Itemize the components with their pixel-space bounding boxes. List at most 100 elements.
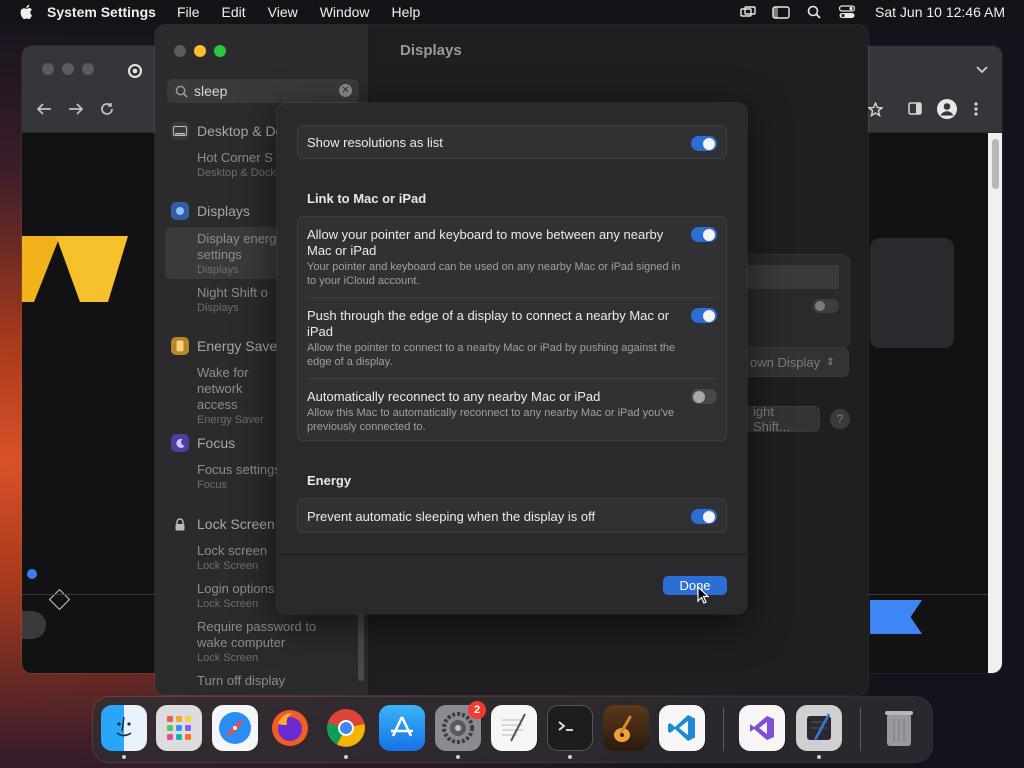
link-row-auto-reconnect: Automatically reconnect to any nearby Ma…: [307, 389, 687, 434]
menu-view[interactable]: View: [268, 4, 298, 20]
terminal-icon[interactable]: [547, 705, 593, 751]
chrome-minimize-button[interactable]: [62, 63, 74, 75]
prevent-sleep-label: Prevent automatic sleeping when the disp…: [307, 509, 596, 524]
sidebar-group-label: Focus: [197, 435, 236, 451]
sidebar-group-displays[interactable]: Displays: [171, 202, 250, 220]
sheet-footer-divider: [277, 554, 747, 555]
reload-icon[interactable]: [100, 102, 114, 121]
row-divider: [306, 378, 718, 379]
dock: 2: [93, 697, 932, 762]
running-indicator: [568, 755, 572, 759]
display-option-toggle[interactable]: [813, 299, 839, 313]
scroll-thumb[interactable]: [992, 139, 999, 189]
help-icon: ?: [836, 412, 844, 426]
done-button[interactable]: Done: [663, 576, 727, 595]
control-center-icon[interactable]: [838, 5, 856, 19]
stage-manager-icon[interactable]: [772, 5, 790, 19]
side-panel-icon[interactable]: [908, 102, 922, 120]
show-resolutions-row: Show resolutions as list: [297, 125, 727, 159]
sidebar-group-label: Displays: [197, 203, 250, 219]
finder-icon[interactable]: [101, 705, 147, 751]
back-arrow-icon[interactable]: [36, 102, 52, 121]
textedit-icon[interactable]: [491, 705, 537, 751]
help-button[interactable]: ?: [830, 409, 850, 429]
prevent-sleep-row: Prevent automatic sleeping when the disp…: [297, 498, 727, 533]
safari-icon[interactable]: [212, 705, 258, 751]
chrome-icon[interactable]: [323, 705, 369, 751]
sidebar-item-subtitle: Lock Screen: [197, 652, 259, 664]
lock-icon: [171, 515, 189, 533]
apple-menu-icon[interactable]: [19, 4, 33, 20]
clear-search-icon[interactable]: ✕: [339, 84, 352, 97]
xcode-icon[interactable]: [796, 705, 842, 751]
link-row-title: Automatically reconnect to any nearby Ma…: [307, 389, 601, 404]
chrome-tab-favicon-icon: [128, 64, 142, 83]
display-preview-strip: [745, 265, 839, 289]
sidebar-group-energy-saver[interactable]: Energy Saver: [171, 337, 282, 355]
pill-shape: [22, 611, 46, 639]
sidebar-group-focus[interactable]: Focus: [171, 434, 235, 452]
menu-app-name[interactable]: System Settings: [47, 4, 156, 20]
bookmark-star-icon[interactable]: [867, 101, 884, 122]
window-close-button[interactable]: [174, 45, 186, 57]
blue-dot-shape: [27, 569, 37, 579]
window-minimize-button[interactable]: [194, 45, 206, 57]
sidebar-item-title: Require password to wake computer: [197, 619, 317, 650]
search-field[interactable]: sleep ✕: [167, 79, 359, 103]
chrome-menu-icon[interactable]: [974, 102, 978, 121]
menu-file[interactable]: File: [177, 4, 200, 20]
search-icon: [175, 85, 188, 98]
sidebar-item-wake-network[interactable]: Wake for network access Energy Saver: [197, 365, 277, 427]
notification-badge: 2: [468, 701, 486, 719]
search-input-value[interactable]: sleep: [194, 83, 227, 99]
energy-saver-icon: [171, 337, 189, 355]
menu-clock[interactable]: Sat Jun 10 12:46 AM: [875, 4, 1005, 20]
auto-reconnect-toggle[interactable]: [691, 389, 717, 404]
system-settings-icon[interactable]: 2: [435, 701, 486, 751]
window-zoom-button[interactable]: [214, 45, 226, 57]
trash-icon[interactable]: [876, 705, 922, 751]
blue-ribbon-shape: [870, 600, 922, 634]
menu-window[interactable]: Window: [320, 4, 370, 20]
display-dropdown[interactable]: own Display ⇕: [741, 347, 849, 377]
visual-studio-icon[interactable]: [739, 705, 785, 751]
launchpad-icon[interactable]: [156, 705, 202, 751]
dock-separator: [860, 707, 861, 751]
link-row-description: Allow this Mac to automatically reconnec…: [307, 407, 675, 433]
app-store-icon[interactable]: [379, 705, 425, 751]
sidebar-item-title: Wake for network access: [197, 365, 249, 412]
pointer-keyboard-toggle[interactable]: [691, 227, 717, 242]
prevent-sleep-toggle[interactable]: [691, 509, 717, 524]
window-title: Displays: [400, 42, 462, 59]
sidebar-scrollbar[interactable]: [358, 613, 364, 681]
spotlight-search-icon[interactable]: [805, 5, 823, 19]
forward-arrow-icon[interactable]: [68, 102, 84, 121]
garageband-icon[interactable]: [603, 705, 649, 751]
chrome-close-button[interactable]: [42, 63, 54, 75]
sidebar-item-subtitle: Energy Saver: [197, 414, 264, 426]
profile-avatar-icon[interactable]: [936, 98, 958, 125]
display-energy-sheet: Show resolutions as list Link to Mac or …: [277, 103, 747, 614]
menu-help[interactable]: Help: [392, 4, 421, 20]
running-indicator: [344, 755, 348, 759]
link-row-title: Push through the edge of a display to co…: [307, 308, 670, 339]
sidebar-group-label: Lock Screen: [197, 516, 275, 532]
show-resolutions-toggle[interactable]: [691, 136, 717, 151]
chrome-zoom-button[interactable]: [82, 63, 94, 75]
chrome-tab-search-icon[interactable]: [976, 62, 988, 77]
sidebar-group-lock-screen[interactable]: Lock Screen: [171, 515, 275, 533]
diamond-shape: [48, 588, 71, 611]
vscode-icon[interactable]: [659, 705, 705, 751]
chrome-scrollbar[interactable]: [988, 133, 1002, 673]
sidebar-item-require-password[interactable]: Require password to wake computer Lock S…: [197, 619, 329, 665]
link-row-description: Allow the pointer to connect to a nearby…: [307, 342, 676, 368]
screen-mirroring-icon[interactable]: [739, 5, 757, 19]
mouse-pointer-icon: [697, 585, 710, 609]
push-through-toggle[interactable]: [691, 308, 717, 323]
link-section-title: Link to Mac or iPad: [307, 191, 427, 206]
night-shift-button-label: ight Shift...: [753, 404, 790, 434]
night-shift-button[interactable]: ight Shift...: [744, 404, 820, 434]
menu-edit[interactable]: Edit: [222, 4, 246, 20]
firefox-icon[interactable]: [267, 705, 313, 751]
sidebar-item-turn-off-display[interactable]: Turn off display: [197, 673, 367, 689]
